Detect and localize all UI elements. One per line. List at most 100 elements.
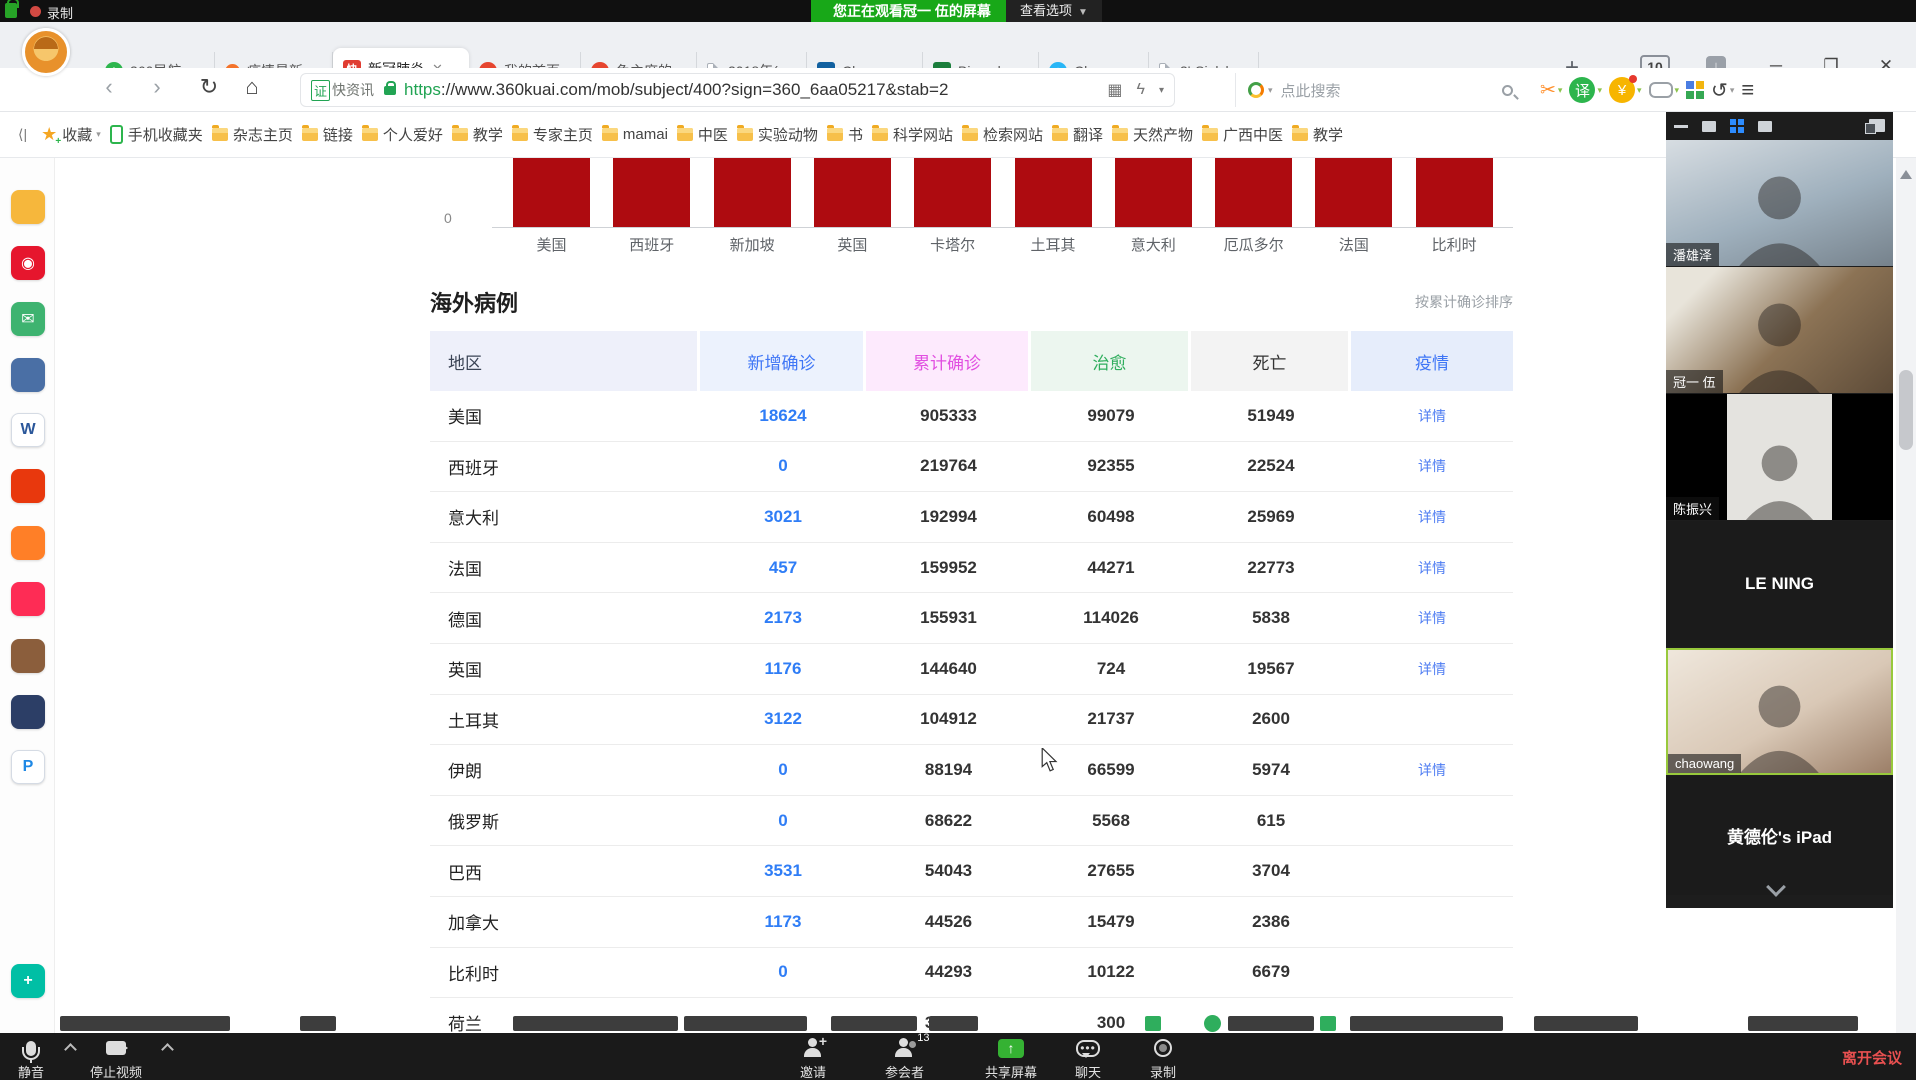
dock-icon-4[interactable] — [11, 358, 45, 392]
dock-icon-1[interactable] — [11, 190, 45, 224]
dock-icon-5[interactable]: W — [11, 413, 45, 447]
bookmarks-collapse-button[interactable]: ⟨| — [18, 126, 27, 143]
reload-button[interactable]: ↻ — [194, 74, 224, 100]
bookmark-天然产物[interactable]: 天然产物 — [1112, 124, 1193, 145]
qr-code-icon[interactable]: ▦ — [1107, 80, 1122, 100]
x-tick-label: 美国 — [502, 234, 602, 255]
page-scrollbar[interactable] — [1896, 158, 1916, 1033]
sidebar-view-icon[interactable] — [1702, 121, 1716, 132]
mute-button[interactable]: 静音 — [18, 1036, 44, 1080]
participant-tile-潘雄泽[interactable]: 潘雄泽 — [1666, 140, 1893, 266]
detail-link[interactable]: 详情 — [1418, 762, 1446, 778]
footer-fragment — [60, 1016, 230, 1031]
back-button[interactable]: ‹ — [94, 74, 124, 100]
bookmark-实验动物[interactable]: 实验动物 — [737, 124, 818, 145]
home-button[interactable]: ⌂ — [237, 74, 267, 100]
sidebar-view-icon-2[interactable] — [1758, 121, 1772, 132]
leave-meeting-button[interactable]: 离开会议 — [1842, 1047, 1902, 1068]
participants-button[interactable]: 13 参会者 — [885, 1036, 924, 1080]
url-text[interactable]: https://www.360kuai.com/mob/subject/400?… — [404, 80, 948, 100]
scrollbar-thumb[interactable] — [1899, 370, 1913, 450]
search-magnifier-icon[interactable] — [1502, 85, 1513, 96]
cell-cured: 5568 — [1031, 811, 1191, 831]
bookmark-科学网站[interactable]: 科学网站 — [872, 124, 953, 145]
wallet-shield-button[interactable]: ¥▾ — [1609, 77, 1642, 103]
user-avatar[interactable] — [22, 28, 70, 76]
address-bar[interactable]: 证 快资讯 https://www.360kuai.com/mob/subjec… — [300, 73, 1175, 107]
screenshot-scissors-button[interactable]: ✂▾ — [1540, 79, 1562, 102]
detail-link[interactable]: 详情 — [1418, 509, 1446, 525]
share-screen-button[interactable]: ↑ 共享屏幕 — [985, 1036, 1037, 1080]
cell-detail: 详情 — [1351, 406, 1513, 426]
dock-icon-6[interactable] — [11, 469, 45, 503]
video-options-caret[interactable] — [161, 1043, 174, 1056]
bookmark-教学[interactable]: 教学 — [1292, 124, 1343, 145]
bookmark-链接[interactable]: 链接 — [302, 124, 353, 145]
chevron-down-icon[interactable]: ▾ — [1159, 85, 1164, 96]
footer-fragment — [513, 1016, 678, 1031]
view-options-button[interactable]: 查看选项▼ — [1006, 0, 1102, 22]
bookmark-手机收藏夹[interactable]: 手机收藏夹 — [110, 124, 203, 145]
chat-button[interactable]: ••• 聊天 — [1075, 1036, 1101, 1080]
menu-button[interactable]: ≡ — [1741, 77, 1754, 103]
x-tick-label: 法国 — [1304, 234, 1404, 255]
stop-video-button[interactable]: 停止视频 — [90, 1036, 142, 1080]
participant-tile-冠一 伍[interactable]: 冠一 伍 — [1666, 267, 1893, 393]
detail-link[interactable]: 详情 — [1418, 610, 1446, 626]
gallery-view-icon[interactable] — [1730, 119, 1744, 133]
bookmark-个人爱好[interactable]: 个人爱好 — [362, 124, 443, 145]
bookmark-mamai[interactable]: mamai — [602, 126, 668, 143]
games-button[interactable]: ▾ — [1649, 82, 1680, 98]
participant-tile-陈振兴[interactable]: 陈振兴 — [1666, 394, 1893, 520]
cell-cured: 114026 — [1031, 608, 1191, 628]
participant-tile-LE NING[interactable]: LE NING — [1666, 521, 1893, 647]
detail-link[interactable]: 详情 — [1418, 560, 1446, 576]
bookmark-书[interactable]: 书 — [827, 124, 863, 145]
dock-icon-11[interactable]: P — [11, 750, 45, 784]
bookmark-中医[interactable]: 中医 — [677, 124, 728, 145]
cell-deaths: 6679 — [1191, 962, 1351, 982]
record-button[interactable]: 录制 — [1150, 1036, 1176, 1080]
bookmark-检索网站[interactable]: 检索网站 — [962, 124, 1043, 145]
forward-button[interactable]: › — [142, 74, 172, 100]
detail-link[interactable]: 详情 — [1418, 661, 1446, 677]
x-tick-label: 西班牙 — [602, 234, 702, 255]
browser-side-dock: ◉ ✉ W P + — [0, 158, 55, 1033]
bookmark-广西中医[interactable]: 广西中医 — [1202, 124, 1283, 145]
folder-icon — [737, 128, 753, 141]
scroll-up-arrow[interactable] — [1900, 164, 1912, 179]
dock-icon-3[interactable]: ✉ — [11, 302, 45, 336]
cell-region: 比利时 — [430, 960, 700, 985]
participant-tile-黄德伦's iPad[interactable]: 黄德伦's iPad — [1666, 776, 1893, 895]
bar-比利时 — [1416, 158, 1493, 227]
participant-tile-chaowang[interactable]: chaowang — [1666, 648, 1893, 775]
bar-美国 — [513, 158, 590, 227]
dock-icon-2[interactable]: ◉ — [11, 246, 45, 280]
sidebar-minimize-icon[interactable] — [1674, 125, 1688, 128]
bookmark-翻译[interactable]: 翻译 — [1052, 124, 1103, 145]
search-input[interactable]: ▾ 点此搜索 — [1235, 73, 1525, 107]
dock-icon-10[interactable] — [11, 695, 45, 729]
folder-icon — [677, 128, 693, 141]
bookmark-收藏[interactable]: ★ 收藏 ▾ — [41, 124, 101, 145]
browser-tab-bar: + 360导航 疫情最新 快 新冠肺炎 ✕ ◔ 我的首页 ◔ 兔主席的 2018… — [0, 22, 1916, 68]
detail-link[interactable]: 详情 — [1418, 408, 1446, 424]
lightning-icon[interactable]: ϟ — [1137, 81, 1145, 99]
bookmark-教学[interactable]: 教学 — [452, 124, 503, 145]
person-silhouette — [1727, 394, 1832, 520]
bookmark-杂志主页[interactable]: 杂志主页 — [212, 124, 293, 145]
cell-deaths: 2600 — [1191, 709, 1351, 729]
invite-button[interactable]: + 邀请 — [800, 1036, 826, 1080]
bookmark-专家主页[interactable]: 专家主页 — [512, 124, 593, 145]
dock-icon-7[interactable] — [11, 526, 45, 560]
mute-options-caret[interactable] — [64, 1043, 77, 1056]
undo-button[interactable]: ↺▾ — [1711, 78, 1734, 103]
dock-icon-12[interactable]: + — [11, 964, 45, 998]
detail-link[interactable]: 详情 — [1418, 458, 1446, 474]
translate-button[interactable]: 译▾ — [1569, 77, 1602, 103]
apps-grid-button[interactable] — [1686, 81, 1704, 99]
dock-icon-8[interactable] — [11, 582, 45, 616]
y-axis-tick: 0 — [444, 210, 452, 226]
dock-icon-9[interactable] — [11, 639, 45, 673]
sidebar-layout-icon[interactable] — [1869, 119, 1885, 132]
